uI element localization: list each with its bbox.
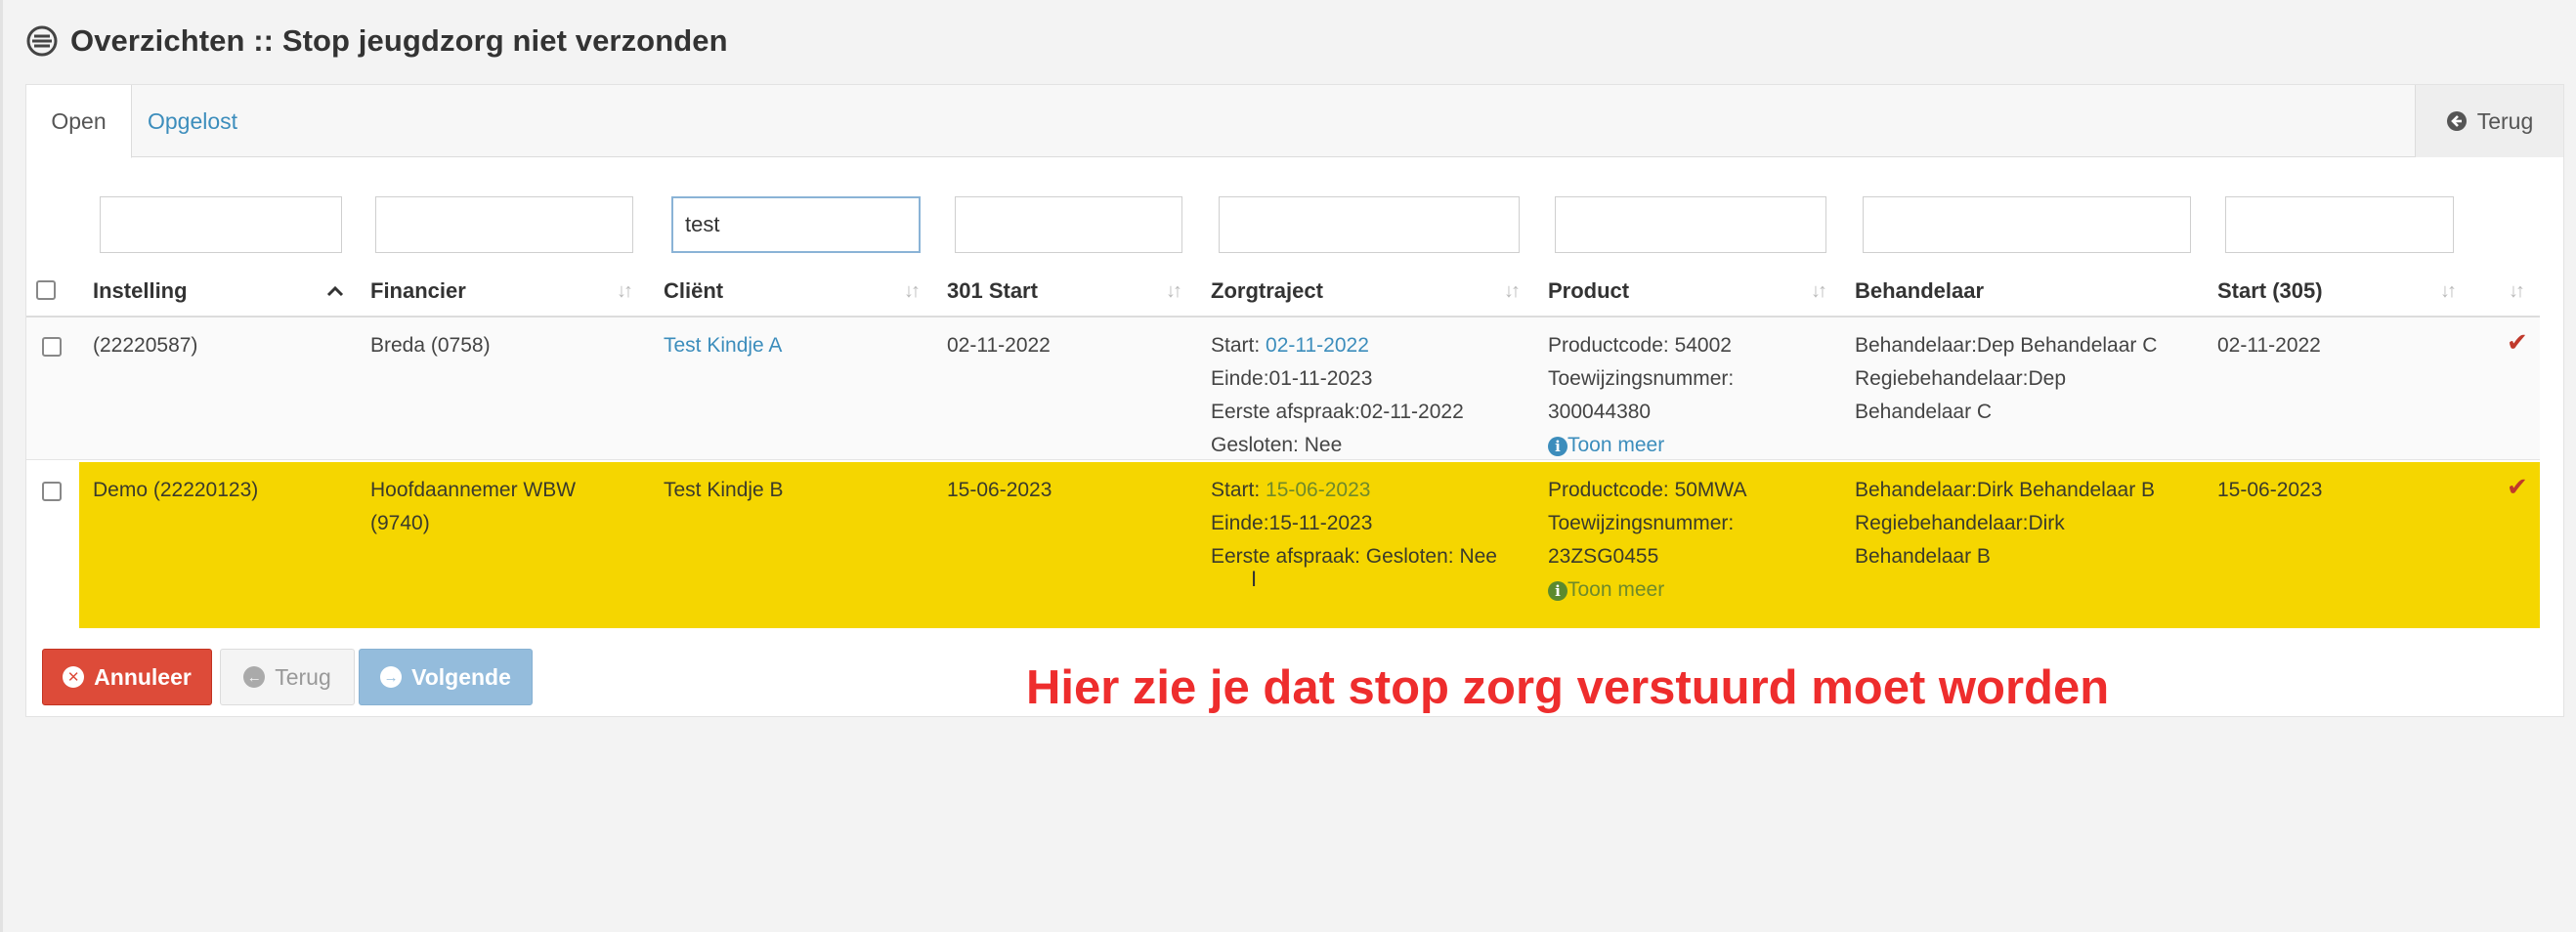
cell-instelling: (22220587)	[93, 334, 198, 357]
table-row-highlighted[interactable]: Demo (22220123) Hoofdaannemer WBW (9740)…	[26, 462, 2540, 628]
page-title: Overzichten :: Stop jeugdzorg niet verzo…	[70, 23, 728, 58]
cell-behandelaar: Behandelaar:Dirk Behandelaar B Regiebeha…	[1855, 479, 2156, 568]
cell-instelling: Demo (22220123)	[93, 479, 259, 501]
col-start-305[interactable]: Start (305)	[2217, 265, 2323, 318]
toon-meer-link[interactable]: i Toon meer	[1548, 573, 1746, 607]
arrow-right-circle-icon: →	[380, 666, 403, 688]
check-icon[interactable]: ✔	[2507, 327, 2528, 358]
col-client[interactable]: Cliënt	[664, 265, 723, 318]
sort-icon[interactable]: ↓↑	[904, 265, 921, 318]
cell-product: Productcode: 50MWA Toewijzingsnummer: 23…	[1548, 474, 1746, 607]
list-icon	[25, 24, 59, 58]
volgende-button[interactable]: → Volgende	[359, 649, 533, 705]
back-top-button[interactable]: Terug	[2415, 85, 2563, 157]
filter-zorgtraject[interactable]	[1219, 196, 1520, 253]
client-link[interactable]: Test Kindje B	[664, 474, 784, 507]
sort-icon[interactable]: ↓↑	[1504, 265, 1521, 318]
annotation-overlay: Hier zie je dat stop zorg verstuurd moet…	[1026, 661, 2110, 714]
annuleer-button[interactable]: ✕ Annuleer	[42, 649, 212, 705]
col-instelling[interactable]: Instelling	[93, 265, 188, 318]
left-edge	[0, 0, 3, 932]
back-top-label: Terug	[2476, 107, 2534, 134]
tabs-bar: Open Opgelost Terug	[26, 85, 2563, 158]
cell-financier: Breda (0758)	[370, 334, 491, 357]
row-checkbox[interactable]	[42, 337, 62, 357]
sort-icon[interactable]: ↓↑	[617, 265, 633, 318]
arrow-left-circle-icon: ←	[243, 666, 266, 688]
check-icon[interactable]: ✔	[2507, 472, 2528, 502]
tab-opgelost[interactable]: Opgelost	[132, 85, 253, 158]
sort-asc-icon[interactable]	[325, 265, 345, 318]
table-header-row: Instelling Financier ↓↑ Cliënt ↓↑ 301 St…	[26, 265, 2540, 318]
filter-client[interactable]	[671, 196, 921, 253]
cell-301-start: 15-06-2023	[947, 479, 1052, 501]
zorgtraject-start-link[interactable]: 15-06-2023	[1266, 479, 1370, 501]
cell-behandelaar: Behandelaar:Dep Behandelaar C Regiebehan…	[1855, 334, 2158, 423]
text-cursor-icon: I	[1251, 567, 1258, 591]
sort-icon[interactable]: ↓↑	[2509, 265, 2525, 318]
cell-financier: Hoofdaannemer WBW (9740)	[370, 479, 577, 534]
row-checkbox[interactable]	[42, 482, 62, 501]
cell-start-305: 02-11-2022	[2217, 334, 2321, 357]
filter-product[interactable]	[1555, 196, 1826, 253]
filter-301-start[interactable]	[955, 196, 1182, 253]
close-circle-icon: ✕	[63, 666, 85, 688]
cell-product: Productcode: 54002 Toewijzingsnummer: 30…	[1548, 329, 1734, 462]
col-financier[interactable]: Financier	[370, 265, 466, 318]
col-301-start[interactable]: 301 Start	[947, 265, 1038, 318]
filter-start-305[interactable]	[2225, 196, 2454, 253]
col-zorgtraject[interactable]: Zorgtraject	[1211, 265, 1323, 318]
client-link[interactable]: Test Kindje A	[664, 329, 782, 362]
filter-behandelaar[interactable]	[1863, 196, 2191, 253]
cell-301-start: 02-11-2022	[947, 334, 1051, 357]
tab-open[interactable]: Open	[26, 85, 132, 158]
page-header: Overzichten :: Stop jeugdzorg niet verzo…	[25, 18, 728, 64]
sort-icon[interactable]: ↓↑	[2440, 265, 2457, 318]
select-all-checkbox[interactable]	[36, 280, 56, 300]
cell-zorgtraject: Start: 15-06-2023 Einde:15-11-2023 Eerst…	[1211, 479, 1497, 568]
table-row[interactable]: (22220587) Breda (0758) Test Kindje A 02…	[26, 318, 2540, 460]
sort-icon[interactable]: ↓↑	[1166, 265, 1182, 318]
col-behandelaar[interactable]: Behandelaar	[1855, 265, 1984, 318]
cell-zorgtraject: Start: 02-11-2022 Einde:01-11-2023 Eerst…	[1211, 334, 1464, 456]
toon-meer-link[interactable]: i Toon meer	[1548, 429, 1734, 462]
filter-instelling[interactable]	[100, 196, 342, 253]
info-icon: i	[1548, 437, 1567, 456]
col-product[interactable]: Product	[1548, 265, 1629, 318]
terug-button[interactable]: ← Terug	[220, 649, 355, 705]
overview-panel: Open Opgelost Terug Instelling Financier…	[25, 84, 2564, 717]
cell-start-305: 15-06-2023	[2217, 479, 2323, 501]
info-icon: i	[1548, 581, 1567, 601]
zorgtraject-start-link[interactable]: 02-11-2022	[1266, 334, 1369, 357]
filter-financier[interactable]	[375, 196, 633, 253]
sort-icon[interactable]: ↓↑	[1811, 265, 1827, 318]
arrow-left-circle-icon	[2446, 111, 2467, 131]
